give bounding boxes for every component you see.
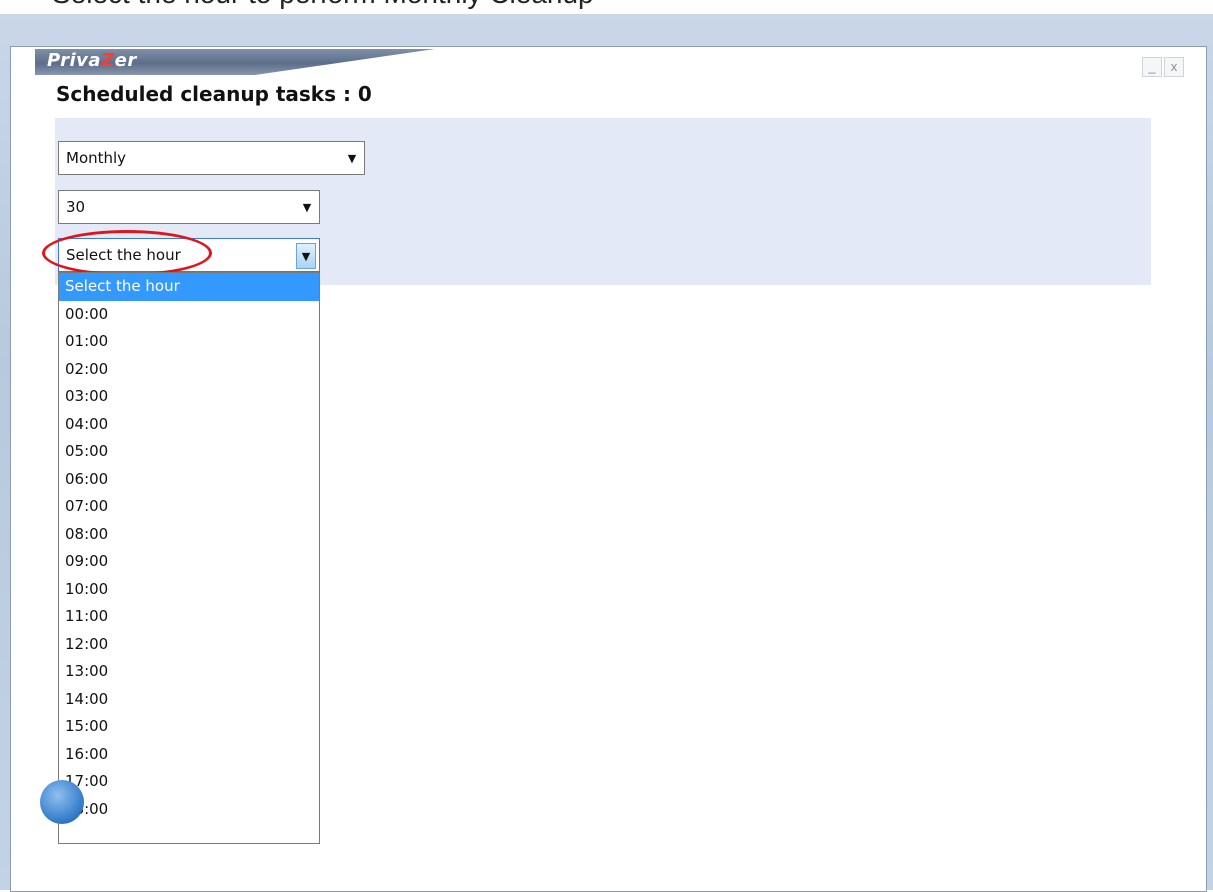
hour-option[interactable]: 17:00 xyxy=(59,768,319,796)
hour-option[interactable]: 14:00 xyxy=(59,686,319,714)
privazer-logo: PrivaZer xyxy=(47,50,137,71)
minimize-button[interactable]: _ xyxy=(1142,57,1162,77)
day-select[interactable]: 30 ▼ xyxy=(58,190,320,224)
window-controls: _ x xyxy=(1142,57,1190,77)
page-title: Scheduled cleanup tasks : 0 xyxy=(56,82,372,106)
hour-option[interactable]: 00:00 xyxy=(59,301,319,329)
logo-text-post: er xyxy=(114,50,137,71)
hour-option[interactable]: 13:00 xyxy=(59,658,319,686)
hour-value: Select the hour xyxy=(66,246,181,264)
chevron-down-icon[interactable]: ▼ xyxy=(343,146,361,170)
title-bar: PrivaZer _ x xyxy=(11,47,1206,85)
hour-option[interactable]: 06:00 xyxy=(59,466,319,494)
hour-option[interactable]: 08:00 xyxy=(59,521,319,549)
close-button[interactable]: x xyxy=(1164,57,1184,77)
hour-option[interactable]: 16:00 xyxy=(59,741,319,769)
hour-option[interactable]: 02:00 xyxy=(59,356,319,384)
hour-option[interactable]: 04:00 xyxy=(59,411,319,439)
hour-select[interactable]: Select the hour ▼ xyxy=(58,238,320,272)
action-orb-icon[interactable] xyxy=(40,780,84,824)
frequency-value: Monthly xyxy=(66,149,127,167)
hour-option[interactable]: 05:00 xyxy=(59,438,319,466)
hour-option[interactable]: Select the hour xyxy=(59,273,319,301)
hour-option[interactable]: 03:00 xyxy=(59,383,319,411)
frequency-select[interactable]: Monthly ▼ xyxy=(58,141,365,175)
chevron-down-icon[interactable]: ▼ xyxy=(298,195,316,219)
day-value: 30 xyxy=(66,198,86,216)
hour-option[interactable]: 12:00 xyxy=(59,631,319,659)
hour-option[interactable]: 18:00 xyxy=(59,796,319,824)
chevron-down-icon[interactable]: ▼ xyxy=(296,243,316,269)
hour-option[interactable]: 11:00 xyxy=(59,603,319,631)
hour-option[interactable]: 01:00 xyxy=(59,328,319,356)
hour-option[interactable]: 10:00 xyxy=(59,576,319,604)
logo-text-pre: Priva xyxy=(47,50,102,71)
hour-option[interactable]: 09:00 xyxy=(59,548,319,576)
hour-dropdown-list[interactable]: Select the hour 00:00 01:00 02:00 03:00 04:00… xyxy=(58,272,320,844)
logo-text-z: Z xyxy=(101,50,115,71)
hour-option[interactable]: 15:00 xyxy=(59,713,319,741)
hour-option[interactable]: 07:00 xyxy=(59,493,319,521)
instruction-caption-text: Select the hour to perform Monthly Clean… xyxy=(52,0,594,10)
